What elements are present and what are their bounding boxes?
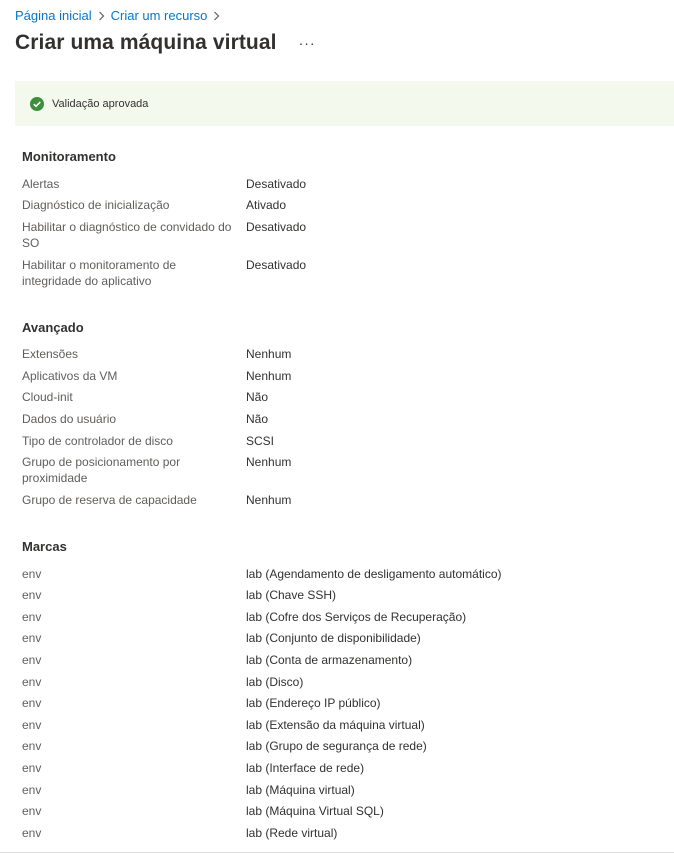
tag-key: env: [22, 718, 42, 732]
validation-status-text: Validação aprovada: [52, 97, 149, 110]
row-value: Desativado: [246, 258, 307, 272]
row-label: Grupo de reserva de capacidade: [22, 493, 197, 507]
validation-banner: Validação aprovada: [15, 81, 674, 126]
tag-key: env: [22, 826, 42, 840]
tag-value: lab (Conjunto de disponibilidade): [246, 631, 421, 645]
tag-value: lab (Grupo de segurança de rede): [246, 739, 427, 753]
row-value: Não: [246, 412, 269, 426]
title-row: Criar uma máquina virtual ···: [15, 31, 316, 55]
tag-key: env: [22, 783, 42, 797]
breadcrumb-home-link[interactable]: Página inicial: [15, 8, 92, 23]
tag-key: env: [22, 761, 42, 775]
tag-key: env: [22, 588, 42, 602]
breadcrumb-create-resource-link[interactable]: Criar um recurso: [111, 8, 208, 23]
row-label: Habilitar o diagnóstico de convidado do …: [22, 220, 232, 250]
chevron-right-icon: [98, 11, 105, 21]
row-value: SCSI: [246, 434, 275, 448]
check-circle-icon: [30, 96, 44, 111]
tag-key: env: [22, 610, 42, 624]
tag-value: lab (Agendamento de desligamento automát…: [246, 567, 502, 581]
section-title-monitoring: Monitoramento: [22, 149, 116, 164]
section-title-tags: Marcas: [22, 539, 67, 554]
tag-value: lab (Extensão da máquina virtual): [246, 718, 425, 732]
row-value: Nenhum: [246, 455, 292, 469]
row-value: Desativado: [246, 177, 307, 191]
tag-key: env: [22, 631, 42, 645]
tag-value: lab (Interface de rede): [246, 761, 365, 775]
tag-key: env: [22, 804, 42, 818]
row-label: Dados do usuário: [22, 412, 117, 426]
more-options-button[interactable]: ···: [299, 35, 316, 51]
row-label: Alertas: [22, 177, 60, 191]
tag-value: lab (Disco): [246, 675, 304, 689]
tag-key: env: [22, 567, 42, 581]
row-label: Cloud-init: [22, 390, 73, 404]
row-label: Diagnóstico de inicialização: [22, 198, 170, 212]
section-title-advanced: Avançado: [22, 320, 84, 335]
tag-value: lab (Cofre dos Serviços de Recuperação): [246, 610, 467, 624]
row-label: Extensões: [22, 347, 79, 361]
tag-value: lab (Rede virtual): [246, 826, 338, 840]
row-label: Habilitar o monitoramento de integridade…: [22, 258, 177, 288]
row-value: Nenhum: [246, 493, 292, 507]
row-value: Desativado: [246, 220, 307, 234]
tag-value: lab (Conta de armazenamento): [246, 653, 413, 667]
row-value: Ativado: [246, 198, 287, 212]
divider: [0, 852, 674, 853]
tag-key: env: [22, 675, 42, 689]
tag-value: lab (Máquina Virtual SQL): [246, 804, 384, 818]
chevron-right-icon: [213, 11, 220, 21]
tag-value: lab (Chave SSH): [246, 588, 337, 602]
row-value: Nenhum: [246, 347, 292, 361]
row-value: Nenhum: [246, 369, 292, 383]
page-title: Criar uma máquina virtual: [15, 31, 277, 54]
tag-key: env: [22, 696, 42, 710]
breadcrumb: Página inicial Criar um recurso: [15, 8, 226, 23]
tag-value: lab (Endereço IP público): [246, 696, 381, 710]
row-label: Aplicativos da VM: [22, 369, 118, 383]
tag-key: env: [22, 739, 42, 753]
row-value: Não: [246, 390, 269, 404]
tag-key: env: [22, 653, 42, 667]
tag-value: lab (Máquina virtual): [246, 783, 355, 797]
row-label: Tipo de controlador de disco: [22, 434, 173, 448]
row-label: Grupo de posicionamento por proximidade: [22, 455, 181, 485]
